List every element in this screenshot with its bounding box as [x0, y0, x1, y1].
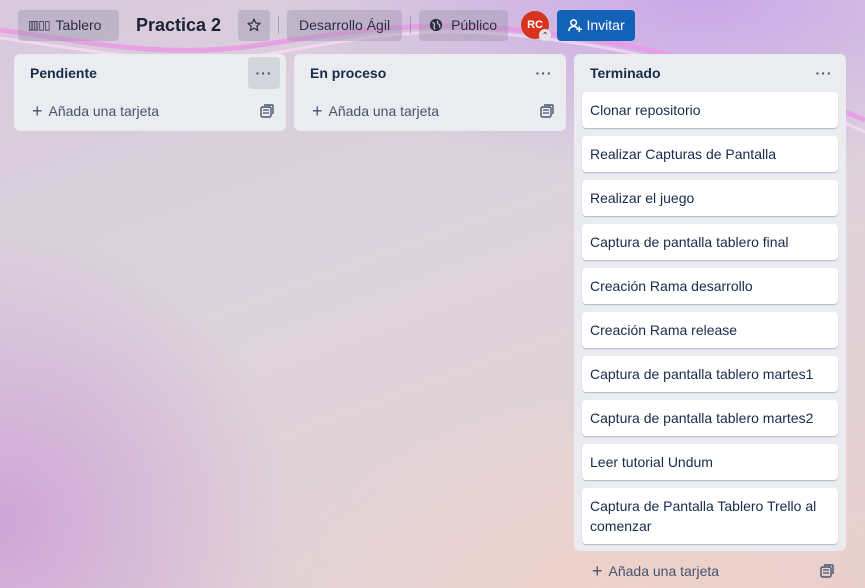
add-card-row: + Añada una tarjeta	[14, 92, 286, 130]
avatar[interactable]: RC ⌃	[521, 11, 552, 41]
list-title[interactable]: Pendiente	[30, 65, 97, 81]
card-list: Clonar repositorio Realizar Capturas de …	[574, 92, 846, 544]
card[interactable]: Captura de Pantalla Tablero Trello al co…	[582, 488, 838, 544]
list-title[interactable]: En proceso	[310, 65, 386, 81]
list-terminado: Terminado ··· Clonar repositorio Realiza…	[574, 54, 846, 580]
visibility-label: Público	[451, 17, 497, 33]
plus-icon: +	[592, 561, 603, 581]
chevron-down-icon	[107, 24, 109, 26]
add-user-icon	[567, 18, 582, 32]
template-icon[interactable]	[820, 564, 834, 578]
board-header: ▥▯▯ Tablero Practica 2 Desarrollo Ágil P…	[0, 0, 865, 50]
admin-badge-icon: ⌃	[539, 29, 552, 41]
add-card-row: + Añada una tarjeta	[294, 92, 566, 130]
card[interactable]: Leer tutorial Undum	[582, 444, 838, 480]
plus-icon: +	[312, 101, 323, 121]
card[interactable]: Captura de pantalla tablero final	[582, 224, 838, 260]
add-card-button[interactable]: + Añada una tarjeta	[312, 102, 439, 120]
board-view-icon: ▥▯▯	[28, 18, 51, 32]
add-card-row: + Añada una tarjeta	[574, 552, 846, 588]
add-card-label: Añada una tarjeta	[608, 563, 720, 579]
list-en-proceso: En proceso ··· + Añada una tarjeta	[294, 54, 566, 131]
card[interactable]: Realizar el juego	[582, 180, 838, 216]
card[interactable]: Captura de pantalla tablero martes2	[582, 400, 838, 436]
view-label: Tablero	[55, 17, 102, 33]
add-card-label: Añada una tarjeta	[48, 103, 160, 119]
list-header: Terminado ···	[574, 54, 846, 92]
visibility-button[interactable]: Público	[419, 9, 509, 41]
plus-icon: +	[32, 101, 43, 121]
card[interactable]: Creación Rama release	[582, 312, 838, 348]
globe-icon	[429, 18, 443, 32]
list-menu-button[interactable]: ···	[528, 57, 560, 89]
star-button[interactable]	[238, 9, 271, 41]
invite-label: Invitar	[586, 17, 625, 33]
add-card-button[interactable]: + Añada una tarjeta	[592, 562, 719, 580]
list-title[interactable]: Terminado	[590, 65, 661, 81]
add-card-label: Añada una tarjeta	[328, 103, 440, 119]
template-icon[interactable]	[260, 104, 274, 118]
card[interactable]: Creación Rama desarrollo	[582, 268, 838, 304]
header-divider	[410, 16, 412, 34]
star-icon	[247, 18, 261, 32]
add-card-button[interactable]: + Añada una tarjeta	[32, 102, 159, 120]
board-title[interactable]: Practica 2	[136, 15, 221, 36]
list-menu-button[interactable]: ···	[808, 57, 840, 89]
card[interactable]: Realizar Capturas de Pantalla	[582, 136, 838, 172]
list-pendiente: Pendiente ··· + Añada una tarjeta	[14, 54, 286, 131]
list-header: En proceso ···	[294, 54, 566, 92]
template-icon[interactable]	[540, 104, 554, 118]
list-menu-button[interactable]: ···	[248, 57, 280, 89]
header-divider	[278, 16, 280, 34]
card[interactable]: Captura de pantalla tablero martes1	[582, 356, 838, 392]
invite-button[interactable]: Invitar	[557, 9, 636, 41]
workspace-button[interactable]: Desarrollo Ágil	[287, 9, 403, 41]
view-switcher-button[interactable]: ▥▯▯ Tablero	[18, 9, 119, 41]
list-header: Pendiente ···	[14, 54, 286, 92]
card[interactable]: Clonar repositorio	[582, 92, 838, 128]
